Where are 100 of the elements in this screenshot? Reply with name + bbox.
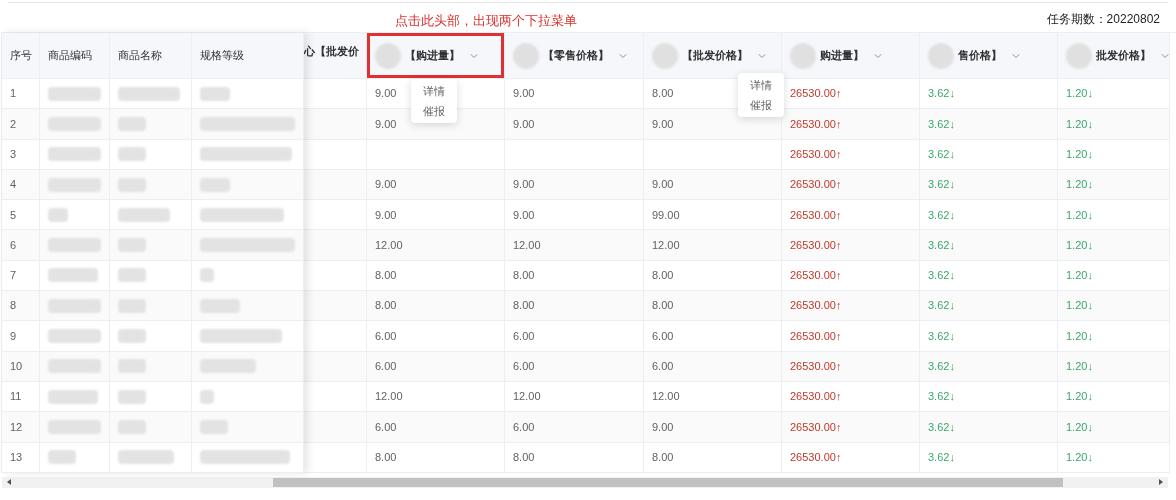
redaction-blur: [48, 329, 101, 343]
redaction-blur: [48, 207, 68, 222]
cell-text: 12.00: [652, 237, 680, 253]
cell-text: 26530.00↑: [790, 389, 842, 405]
column-header-cell[interactable]: 规格等级: [192, 33, 304, 79]
cell-text: 3.62↓: [928, 237, 955, 253]
column-header-cell[interactable]: 【零售价格】: [505, 33, 644, 79]
cell-text: 1.20↓: [1066, 449, 1093, 465]
cell-text: 1.20↓: [1066, 298, 1093, 314]
menu-item[interactable]: 催报: [750, 97, 772, 113]
cell-text: 9.00: [375, 207, 397, 223]
menu-item[interactable]: 详情: [750, 77, 772, 93]
cell-text: 1.20↓: [1066, 419, 1093, 435]
redaction-blur: [118, 329, 146, 343]
cell-text: 8.00: [652, 449, 674, 465]
cell-text: 12.00: [513, 389, 541, 405]
redaction-blur: [375, 42, 401, 69]
scroll-left-icon[interactable]: [5, 478, 13, 487]
scrollbar-thumb[interactable]: [273, 477, 1063, 487]
cell-text: 9.00: [513, 207, 535, 223]
cell-text: 6.00: [375, 359, 397, 375]
column-header-cell[interactable]: 商品编码: [40, 33, 110, 79]
cell-text: 3.62↓: [928, 359, 955, 375]
cell-text: 3.62↓: [928, 268, 955, 284]
column-header-label: 商品编码: [48, 48, 92, 64]
menu-item[interactable]: 催报: [423, 103, 445, 119]
cell-text: 9.00: [652, 177, 674, 193]
cell-text: 8.00: [375, 268, 397, 284]
cell-text: 12: [10, 419, 23, 435]
cell-text: 3.62↓: [928, 298, 955, 314]
cell-text: 3.62↓: [928, 419, 955, 435]
cell-text: 3.62↓: [928, 177, 955, 193]
cell-text: 1: [10, 86, 17, 102]
cell-text: 3.62↓: [928, 328, 955, 344]
column-header-cell[interactable]: 商品名称: [110, 33, 192, 79]
cell-text: 1.20↓: [1066, 359, 1093, 375]
cell-text: 8.00: [375, 298, 397, 314]
cell-text: 26530.00↑: [790, 147, 842, 162]
cell-text: 6.00: [375, 328, 397, 344]
cell-text: 7: [10, 268, 17, 284]
column-header-cell[interactable]: 心【批发价: [304, 33, 367, 79]
annotation-text: 点击此头部，出现两个下拉菜单: [395, 11, 577, 30]
cell-text: 9.00: [375, 177, 397, 193]
cell-text: 3.62↓: [928, 207, 955, 223]
cell-text: 26530.00↑: [790, 177, 842, 193]
column-header-label: 商品名称: [118, 48, 162, 64]
menu-item[interactable]: 详情: [423, 83, 445, 99]
cell-text: 3.62↓: [928, 449, 955, 465]
cell-text: 1.20↓: [1066, 328, 1093, 344]
cell-text: 6.00: [513, 419, 535, 435]
redaction-blur: [48, 389, 98, 404]
cell-text: 8.00: [513, 449, 535, 465]
column-header-label: 【零售价格】: [543, 48, 609, 64]
cell-text: 1.20↓: [1066, 177, 1093, 193]
cell-text: 8.00: [513, 298, 535, 314]
column-header-label: 售价格】: [958, 48, 1002, 64]
redaction-blur: [118, 389, 146, 404]
redaction-blur: [48, 268, 98, 283]
redaction-blur: [118, 147, 146, 162]
column-header-label: 批发价格】: [1096, 48, 1151, 64]
column-header-cell[interactable]: 【批发价格】: [644, 33, 782, 79]
cell-text: 4: [10, 177, 17, 193]
redaction-blur: [790, 42, 816, 69]
cell-text: 1.20↓: [1066, 389, 1093, 405]
cell-text: 12.00: [375, 237, 403, 253]
cell-text: 26530.00↑: [790, 419, 842, 435]
cell-text: 8.00: [652, 268, 674, 284]
redaction-blur: [48, 86, 101, 101]
cell-text: 99.00: [652, 207, 680, 223]
redaction-blur: [652, 42, 678, 69]
cell-text: 11: [10, 389, 22, 405]
redaction-blur: [118, 86, 180, 101]
column-header-cell[interactable]: 售价格】: [920, 33, 1058, 79]
cell-text: 1.20↓: [1066, 268, 1093, 284]
column-header-cell[interactable]: 序号: [2, 33, 40, 79]
redaction-blur: [1066, 42, 1092, 69]
column-header-label: 序号: [10, 48, 32, 64]
cell-text: 26530.00↑: [790, 449, 842, 465]
redaction-blur: [118, 207, 170, 222]
cell-text: 13: [10, 449, 23, 465]
column-header-cell[interactable]: 批发价格】: [1058, 33, 1170, 79]
cell-text: 6.00: [513, 359, 535, 375]
cell-text: 3.62↓: [928, 389, 955, 405]
cell-text: 8.00: [375, 449, 397, 465]
cell-text: 26530.00↑: [790, 359, 842, 375]
scroll-right-icon[interactable]: [1157, 478, 1165, 487]
cell-text: 9.00: [513, 177, 535, 193]
cell-text: 3.62↓: [928, 147, 955, 162]
cell-text: 12.00: [513, 237, 541, 253]
cell-text: 9.00: [652, 116, 674, 132]
cell-text: 26530.00↑: [790, 86, 842, 102]
cell-text: 12.00: [652, 389, 680, 405]
cell-text: 1.20↓: [1066, 237, 1093, 253]
horizontal-scrollbar[interactable]: [2, 476, 1168, 488]
column-header-label: 购进量】: [820, 48, 864, 64]
cell-text: 6.00: [513, 328, 535, 344]
cell-text: 26530.00↑: [790, 207, 842, 223]
cell-text: 26530.00↑: [790, 298, 842, 314]
redaction-blur: [48, 450, 76, 465]
cell-text: 2: [10, 116, 17, 132]
